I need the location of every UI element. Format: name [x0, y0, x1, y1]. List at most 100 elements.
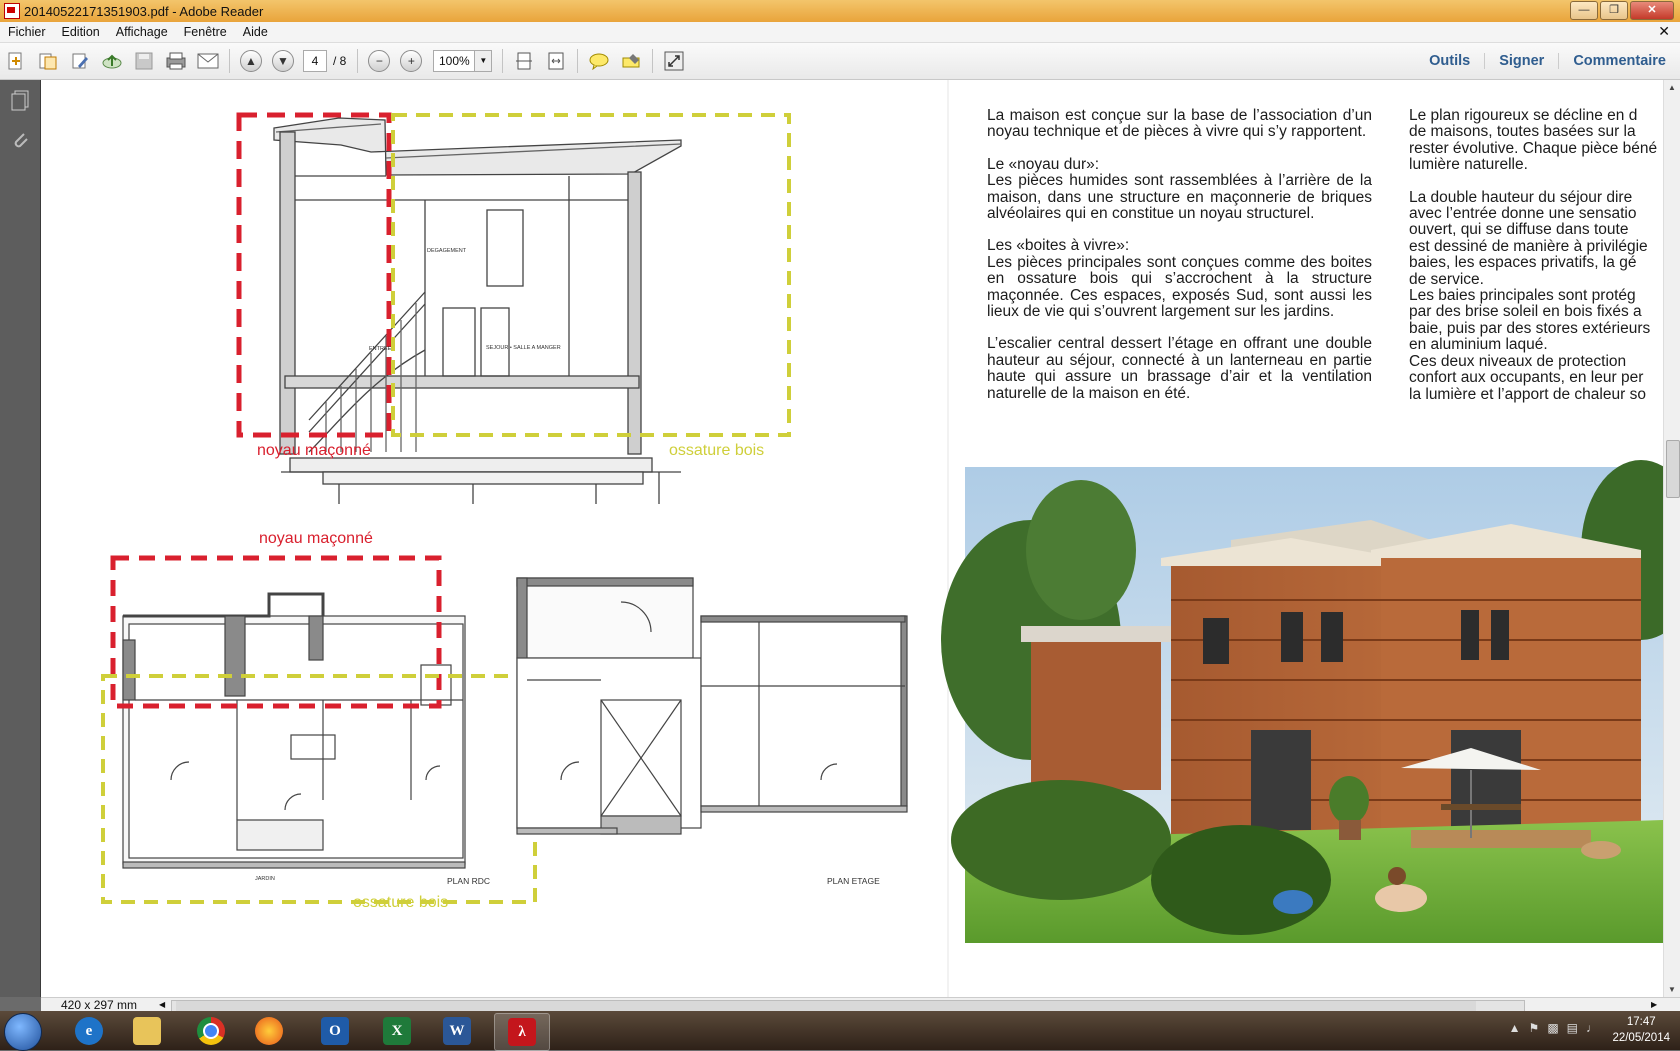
adobe-reader-icon — [4, 3, 20, 19]
col2-line: baies, les espaces privatifs, la gé — [1409, 254, 1637, 272]
heading-noyau-dur: Le «noyau dur»: — [987, 155, 1100, 173]
page-total: / 8 — [333, 54, 347, 68]
house-photo — [941, 460, 1663, 943]
fit-page-icon[interactable] — [511, 48, 537, 74]
adobe-reader-taskbar-icon[interactable]: λ — [494, 1013, 550, 1051]
combine-files-icon[interactable] — [35, 48, 61, 74]
fullscreen-icon[interactable] — [661, 48, 687, 74]
upload-cloud-icon[interactable] — [99, 48, 125, 74]
col2-line: baie, puis par des stores extérieurs — [1409, 319, 1651, 337]
scroll-down-icon[interactable]: ▼ — [1668, 985, 1676, 994]
paragraph-intro: La maison est conçue sur la base de l’as… — [987, 107, 1372, 141]
scroll-right-icon[interactable]: ▶ — [1651, 998, 1657, 1012]
windows-start-icon[interactable] — [4, 1013, 42, 1051]
label-plan-etage: PLAN ETAGE — [827, 876, 880, 886]
label-ossature-plan: ossature bois — [353, 894, 449, 911]
scroll-up-icon[interactable]: ▲ — [1668, 83, 1676, 92]
firefox-icon[interactable] — [242, 1013, 296, 1049]
scroll-left-icon[interactable]: ◀ — [159, 998, 165, 1012]
pdf-page: noyau maçonné ossature bois noyau maçonn… — [41, 80, 1663, 997]
menu-affichage[interactable]: Affichage — [108, 25, 176, 39]
toolbar: ▲ ▼ 4 / 8 − + 100% ▼ Outils Signer Comme… — [0, 43, 1680, 80]
label-sejour: SEJOUR • SALLE A MANGER — [486, 345, 561, 351]
restore-button[interactable]: ❐ — [1600, 1, 1628, 20]
internet-explorer-icon[interactable]: e — [62, 1013, 116, 1049]
plan-etage — [516, 577, 908, 835]
col2-line: la lumière et l’apport de chaleur so — [1409, 385, 1646, 403]
menu-fichier[interactable]: Fichier — [0, 25, 54, 39]
col2-line: La double hauteur du séjour dire — [1409, 188, 1633, 206]
paragraph-escalier: L’escalier central dessert l’étage en of… — [987, 335, 1372, 402]
word-icon[interactable]: W — [430, 1013, 484, 1049]
label-ossature-section: ossature bois — [669, 442, 765, 459]
zoom-value[interactable]: 100% — [433, 50, 476, 72]
menu-aide[interactable]: Aide — [235, 25, 276, 39]
create-pdf-icon[interactable] — [3, 48, 29, 74]
excel-icon[interactable]: X — [370, 1013, 424, 1049]
chevron-down-icon[interactable]: ▼ — [475, 50, 493, 72]
paragraph-noyau-dur: Les pièces humides sont rassemblées à l’… — [987, 172, 1372, 223]
plan-rdc — [122, 592, 466, 869]
title-bar: 20140522171351903.pdf - Adobe Reader — ❐… — [0, 0, 1680, 22]
col2-line: avec l’entrée donne une sensatio — [1409, 205, 1637, 223]
file-explorer-icon[interactable] — [120, 1013, 174, 1049]
flag-icon[interactable]: ⚑ — [1529, 1021, 1540, 1035]
label-jardin: JARDIN — [255, 876, 275, 882]
show-hidden-icons-icon[interactable]: ▲ — [1509, 1021, 1521, 1035]
device-icon[interactable]: ▩ — [1547, 1021, 1558, 1035]
col2-line: Les baies principales sont protég — [1409, 287, 1636, 305]
vertical-scrollbar[interactable]: ▲ ▼ — [1663, 80, 1680, 997]
zoom-out-button[interactable]: − — [366, 48, 392, 74]
comment-link[interactable]: Commentaire — [1558, 53, 1680, 69]
network-icon[interactable]: ▤ — [1567, 1021, 1578, 1035]
chrome-icon[interactable] — [184, 1013, 238, 1049]
col2-line: Ces deux niveaux de protection — [1409, 352, 1627, 370]
close-document-icon[interactable]: ✕ — [1658, 23, 1670, 40]
fit-width-icon[interactable] — [543, 48, 569, 74]
heading-boites: Les «boites à vivre»: — [987, 237, 1130, 255]
previous-page-button[interactable]: ▲ — [238, 48, 264, 74]
horizontal-scroll-thumb[interactable] — [176, 1001, 1476, 1011]
col2-line: lumière naturelle. — [1409, 156, 1528, 174]
navigation-panel — [0, 80, 41, 997]
close-window-button[interactable]: ✕ — [1630, 1, 1674, 20]
outlook-icon[interactable]: O — [308, 1013, 362, 1049]
col2-line: Le plan rigoureux se décline en d — [1409, 108, 1638, 124]
volume-icon[interactable]: ♩ — [1586, 1021, 1598, 1035]
email-icon[interactable] — [195, 48, 221, 74]
comment-note-icon[interactable] — [586, 48, 612, 74]
taskbar: e O X W λ ▲ ⚑ ▩ ▤ ♩ 17:47 22/05/2014 — [0, 1011, 1680, 1051]
zoom-select[interactable]: 100% ▼ — [433, 50, 493, 72]
zoom-in-button[interactable]: + — [398, 48, 424, 74]
sign-link[interactable]: Signer — [1484, 53, 1558, 69]
next-page-button[interactable]: ▼ — [270, 48, 296, 74]
vertical-scroll-thumb[interactable] — [1666, 440, 1680, 498]
menu-edition[interactable]: Edition — [54, 25, 108, 39]
label-degagement: DEGAGEMENT — [427, 248, 467, 254]
edit-pdf-icon[interactable] — [67, 48, 93, 74]
minimize-button[interactable]: — — [1570, 1, 1598, 20]
col2-line: de maisons, toutes basées sur la — [1409, 123, 1636, 141]
system-tray: ▲ ⚑ ▩ ▤ ♩ — [1509, 1021, 1598, 1035]
col2-line: rester évolutive. Chaque pièce béné — [1409, 139, 1658, 157]
text-column-1: La maison est conçue sur la base de l’as… — [987, 107, 1372, 418]
attachments-paperclip-icon[interactable] — [9, 130, 31, 154]
label-noyau-plan: noyau maçonné — [259, 530, 373, 547]
col2-line: de service. — [1409, 270, 1484, 288]
print-icon[interactable] — [163, 48, 189, 74]
paragraph-boites: Les pièces principales sont conçues comm… — [987, 253, 1372, 321]
status-bar: 420 x 297 mm ◀ ▶ — [41, 997, 1680, 1012]
highlight-text-icon[interactable] — [618, 48, 644, 74]
menu-fenetre[interactable]: Fenêtre — [176, 25, 235, 39]
text-column-2: Le plan rigoureux se décline en d de mai… — [1409, 108, 1663, 448]
page-dimensions: 420 x 297 mm — [61, 998, 138, 1012]
page-thumbnails-icon[interactable] — [9, 90, 31, 114]
col2-line: par des brise soleil en bois fixés a — [1409, 303, 1642, 321]
label-noyau-section: noyau maçonné — [257, 442, 371, 459]
page-number-input[interactable]: 4 — [303, 50, 327, 72]
save-icon[interactable] — [131, 48, 157, 74]
label-plan-rdc: PLAN RDC — [447, 876, 490, 886]
clock[interactable]: 17:47 22/05/2014 — [1612, 1014, 1670, 1046]
window-title: 20140522171351903.pdf - Adobe Reader — [24, 3, 264, 19]
tools-link[interactable]: Outils — [1415, 53, 1484, 69]
